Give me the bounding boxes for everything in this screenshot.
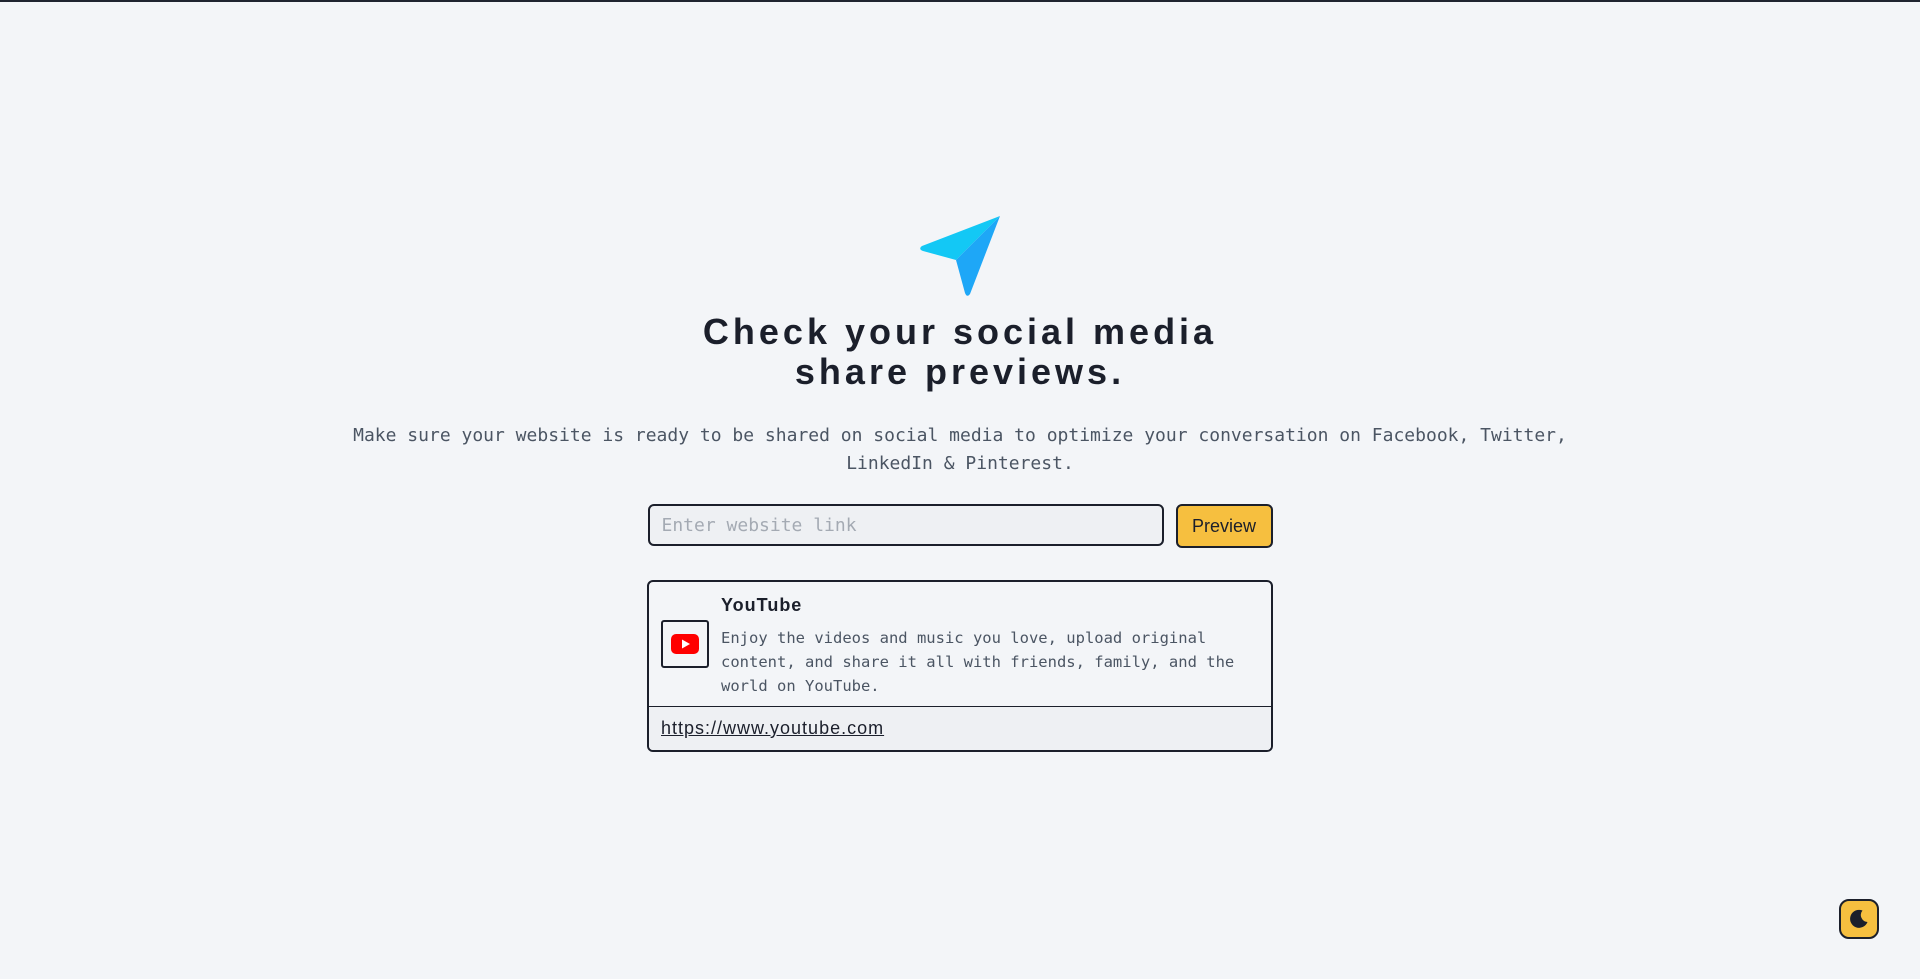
moon-icon <box>1850 909 1868 928</box>
preview-card-text: YouTube Enjoy the videos and music you l… <box>721 592 1241 698</box>
page-title-line-1: Check your social media <box>702 311 1218 352</box>
theme-toggle-button[interactable] <box>1839 899 1879 939</box>
url-form: Preview <box>647 504 1273 548</box>
preview-card-body: YouTube Enjoy the videos and music you l… <box>649 582 1271 706</box>
preview-card-description: Enjoy the videos and music you love, upl… <box>721 629 1235 695</box>
paper-plane-icon <box>920 216 1000 296</box>
preview-card: YouTube Enjoy the videos and music you l… <box>647 580 1273 752</box>
preview-card-footer: https://www.youtube.com <box>649 706 1271 750</box>
page-subtitle: Make sure your website is ready to be sh… <box>353 425 1567 474</box>
favicon-box <box>661 620 709 668</box>
hero-section: Check your social media share previews. … <box>0 214 1920 752</box>
preview-card-url-link[interactable]: https://www.youtube.com <box>661 718 884 739</box>
preview-button[interactable]: Preview <box>1175 504 1273 548</box>
page-title: Check your social media share previews. <box>703 312 1217 392</box>
preview-card-title: YouTube <box>721 595 803 615</box>
youtube-icon <box>671 634 699 654</box>
page-title-line-2: share previews. <box>794 351 1126 392</box>
website-link-input[interactable] <box>647 504 1164 546</box>
